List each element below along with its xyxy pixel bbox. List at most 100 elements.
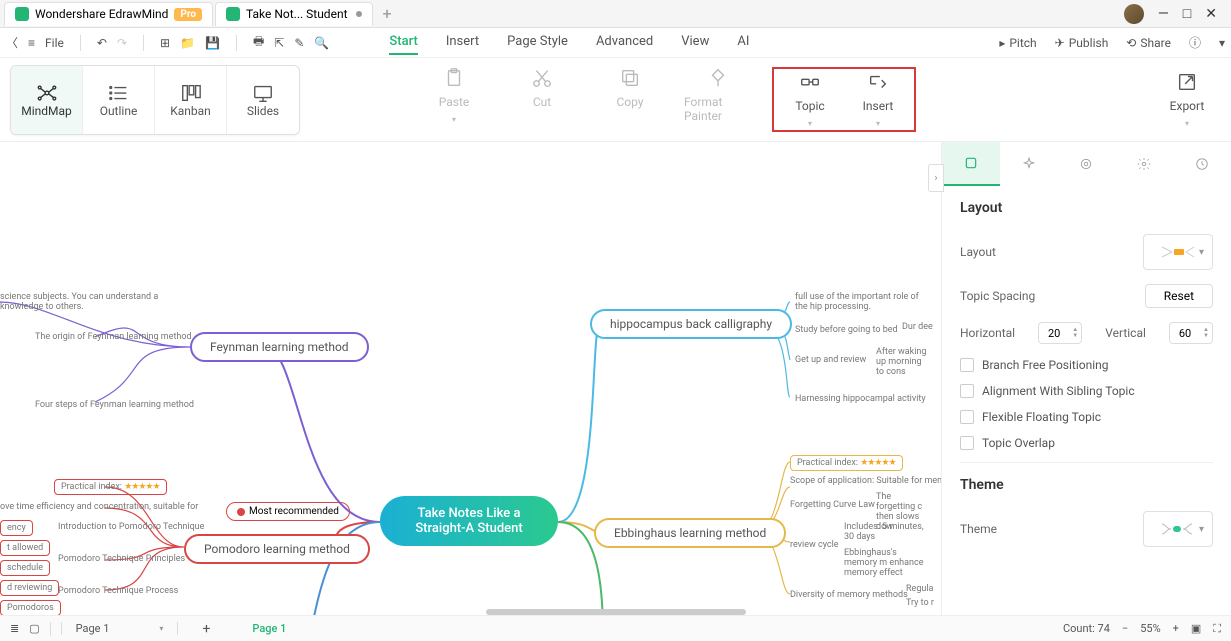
slides-view-button[interactable]: Slides [227, 66, 299, 134]
zoom-in-button[interactable]: + [1173, 622, 1179, 635]
page-selector[interactable]: Page 1▾ [61, 622, 179, 635]
help-button[interactable]: ⓘ [1189, 34, 1201, 51]
root-topic[interactable]: Take Notes Like a Straight-A Student [380, 496, 558, 546]
tab-start[interactable]: Start [389, 30, 417, 55]
rpanel-tab-style[interactable] [1000, 142, 1058, 186]
chk-alignment[interactable] [960, 384, 974, 398]
leaf[interactable]: schedule [0, 560, 50, 576]
vertical-input[interactable] [1170, 327, 1200, 340]
leaf[interactable]: Pomodoro Technique Principles [58, 554, 185, 564]
theme-selector[interactable] [1143, 511, 1213, 547]
vertical-spinbox[interactable]: ▲▼ [1169, 322, 1213, 344]
leaf-practical[interactable]: Practical index: ★★★★★ [54, 479, 167, 495]
kanban-view-button[interactable]: Kanban [155, 66, 227, 134]
undo-button[interactable]: ↶ [97, 36, 107, 50]
leaf[interactable]: d reviewing [0, 580, 59, 596]
leaf[interactable]: Dur dee [902, 322, 933, 332]
tab-advanced[interactable]: Advanced [596, 30, 653, 55]
tab-view[interactable]: View [681, 30, 709, 55]
close-button[interactable]: ✕ [1205, 6, 1217, 22]
leaf[interactable]: The origin of Feynman learning method [35, 332, 192, 342]
rpanel-tab-gear[interactable] [1115, 142, 1173, 186]
leaf[interactable]: ency [0, 520, 33, 536]
find-button[interactable]: 🔍 [314, 36, 329, 50]
branch-feynman[interactable]: Feynman learning method [190, 332, 369, 362]
paste-button[interactable]: Paste▾ [420, 67, 488, 132]
settings-quick-button[interactable]: ▾ [1219, 36, 1225, 50]
fit-button[interactable]: ▣ [1191, 622, 1201, 635]
rpanel-tab-layout[interactable] [942, 142, 1000, 186]
mindmap-view-button[interactable]: MindMap [11, 66, 83, 134]
leaf[interactable]: science subjects. You can understand a k… [0, 292, 165, 312]
leaf[interactable]: After waking up morning to cons [876, 347, 931, 377]
leaf[interactable]: Diversity of memory methods [790, 590, 908, 600]
cut-button[interactable]: Cut [508, 67, 576, 132]
document-tab[interactable]: Take Not... Student [215, 2, 372, 26]
pitch-button[interactable]: ▸ Pitch [999, 36, 1036, 50]
branch-hippocampus[interactable]: hippocampus back calligraphy [590, 309, 792, 339]
redo-button[interactable]: ↷ [117, 36, 127, 50]
collapse-panel-button[interactable]: › [928, 164, 944, 192]
leaf[interactable]: Pomodoros [0, 600, 61, 615]
app-tab[interactable]: Wondershare EdrawMind Pro [4, 2, 213, 26]
menu-button[interactable]: ≡ [28, 36, 35, 50]
minimize-button[interactable]: — [1158, 6, 1169, 22]
canvas[interactable]: Take Notes Like a Straight-A Student Fey… [0, 142, 1231, 615]
maximize-button[interactable]: □ [1183, 5, 1191, 22]
copy-button[interactable]: Copy [596, 67, 664, 132]
outline-view-button[interactable]: Outline [83, 66, 155, 134]
horizontal-input[interactable] [1039, 327, 1069, 340]
horizontal-spinbox[interactable]: ▲▼ [1038, 322, 1082, 344]
avatar[interactable] [1124, 4, 1144, 24]
leaf[interactable]: ove time efficiency and concentration, s… [0, 502, 198, 512]
leaf[interactable]: Study before going to bed [795, 325, 898, 335]
insert-button[interactable]: Insert▾ [844, 71, 912, 128]
leaf[interactable]: review cycle [790, 540, 839, 550]
zoom-out-button[interactable]: − [1122, 622, 1128, 635]
back-button[interactable]: 〈 [6, 34, 18, 51]
fullscreen-button[interactable]: ⛶ [1213, 622, 1221, 636]
chk-free-positioning[interactable] [960, 358, 974, 372]
split-toggle[interactable]: ▢ [29, 622, 39, 635]
tab-page-style[interactable]: Page Style [507, 30, 568, 55]
save-button[interactable]: 💾 [205, 36, 220, 50]
chk-flexible[interactable] [960, 410, 974, 424]
open-button[interactable]: 📁 [180, 36, 195, 50]
rpanel-tab-marker[interactable] [1058, 142, 1116, 186]
layout-selector[interactable] [1143, 234, 1213, 270]
export-quick-button[interactable]: ⇱ [274, 36, 284, 50]
leaf[interactable]: Ebbinghaus's memory m enhance memory eff… [844, 548, 929, 578]
new-button[interactable]: ⊞ [160, 36, 170, 50]
leaf[interactable]: Four steps of Feynman learning method [35, 400, 194, 410]
format-painter-button[interactable]: Format Painter [684, 67, 752, 132]
outline-toggle[interactable]: ≣ [10, 622, 19, 635]
tab-ai[interactable]: AI [737, 30, 749, 55]
rpanel-tab-clock[interactable] [1173, 142, 1231, 186]
publish-button[interactable]: ✈ Publish [1055, 36, 1109, 50]
tab-insert[interactable]: Insert [446, 30, 479, 55]
file-menu[interactable]: File [45, 36, 64, 50]
most-recommended-pill[interactable]: Most recommended [226, 502, 350, 521]
print-button[interactable]: 🖶 [253, 32, 264, 53]
add-page-button[interactable]: + [188, 621, 224, 637]
branch-ebbinghaus[interactable]: Ebbinghaus learning method [594, 518, 786, 548]
leaf[interactable]: full use of the important role of the hi… [795, 292, 925, 312]
branch-pomodoro[interactable]: Pomodoro learning method [184, 534, 370, 564]
leaf[interactable]: Try to r [906, 598, 934, 608]
leaf-practical[interactable]: Practical index: ★★★★★ [790, 455, 903, 471]
topic-button[interactable]: Topic▾ [776, 71, 844, 128]
leaf[interactable]: Includes: 5 minutes, 30 days [844, 522, 929, 542]
leaf[interactable]: Forgetting Curve Law [790, 500, 875, 510]
leaf[interactable]: Harnessing hippocampal activity [795, 394, 926, 404]
leaf[interactable]: t allowed [0, 540, 50, 556]
leaf[interactable]: Get up and review [795, 355, 866, 365]
horizontal-scrollbar[interactable] [486, 609, 746, 615]
reset-button[interactable]: Reset [1145, 284, 1213, 308]
leaf[interactable]: Introduction to Pomodoro Technique [58, 522, 204, 532]
leaf[interactable]: Regula [906, 584, 933, 594]
import-button[interactable]: ✎ [294, 36, 304, 50]
chk-overlap[interactable] [960, 436, 974, 450]
new-tab-button[interactable]: + [375, 4, 400, 23]
export-button[interactable]: Export▾ [1153, 71, 1221, 128]
leaf[interactable]: Pomodoro Technique Process [58, 586, 178, 596]
